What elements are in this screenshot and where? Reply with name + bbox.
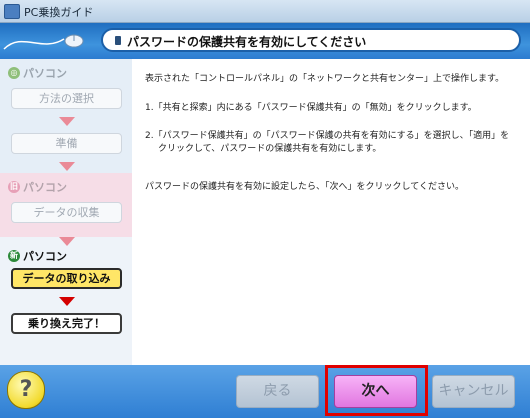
step-data-collection: データの収集 xyxy=(11,202,122,223)
mouse-cable-icon xyxy=(3,34,84,50)
instruction-step-2-continued: クリックして、パスワードの保護共有を有効にします。 xyxy=(158,144,382,154)
step-preparation: 準備 xyxy=(11,133,122,154)
sidebar-section-heading: 新 パソコン xyxy=(8,248,67,264)
sidebar-section-label: パソコン xyxy=(23,250,67,263)
step-sidebar: ◎ パソコン 方法の選択 準備 旧 パソコン データの収集 新 パソコン データ… xyxy=(0,59,132,365)
button-bar: ? 戻る 次へ キャンセル xyxy=(0,365,530,418)
sidebar-section-heading: ◎ パソコン xyxy=(8,65,67,81)
step-arrow-icon xyxy=(59,297,75,306)
new-pc-badge-icon: 新 xyxy=(8,250,20,262)
app-icon xyxy=(4,4,20,19)
window-title: PC乗換ガイド xyxy=(24,6,94,19)
step-migration-complete: 乗り換え完了！ xyxy=(11,313,122,334)
instruction-outro: パスワードの保護共有を有効に設定したら、「次へ」をクリックしてください。 xyxy=(145,182,464,192)
sidebar-section-label: パソコン xyxy=(23,67,67,80)
cancel-button[interactable]: キャンセル xyxy=(432,375,515,408)
sidebar-section-label: パソコン xyxy=(23,181,67,194)
instruction-panel: 表示された「コントロールパネル」の「ネットワークと共有センター」上で操作します。… xyxy=(132,59,530,365)
sidebar-section-new-pc: 新 パソコン データの取り込み 乗り換え完了！ xyxy=(0,237,132,365)
banner-text: パスワードの保護共有を有効にしてください xyxy=(127,35,367,49)
instruction-banner: パスワードの保護共有を有効にしてください xyxy=(101,28,521,52)
next-button-highlight xyxy=(325,365,428,416)
step-data-import: データの取り込み xyxy=(11,268,122,289)
back-button[interactable]: 戻る xyxy=(236,375,319,408)
instruction-intro: 表示された「コントロールパネル」の「ネットワークと共有センター」上で操作します。 xyxy=(145,74,505,84)
instruction-step-1: 1.「共有と探索」内にある「パスワード保護共有」の「無効」をクリックします。 xyxy=(145,103,477,113)
instruction-step-2: 2.「パスワード保護共有」の「パスワード保護の共有を有効にする」を選択し、「適用… xyxy=(145,131,510,141)
step-arrow-icon xyxy=(59,237,75,246)
sidebar-section-pc: ◎ パソコン 方法の選択 準備 xyxy=(0,59,132,173)
banner-bullet-icon xyxy=(115,36,121,45)
sidebar-section-heading: 旧 パソコン xyxy=(8,179,67,195)
old-pc-badge-icon: 旧 xyxy=(8,181,20,193)
help-button[interactable]: ? xyxy=(7,371,45,409)
step-method-selection: 方法の選択 xyxy=(11,88,122,109)
header-band: パスワードの保護共有を有効にしてください xyxy=(0,23,530,59)
sidebar-section-old-pc: 旧 パソコン データの収集 xyxy=(0,173,132,237)
window-title-bar: PC乗換ガイド xyxy=(0,0,530,23)
pc-badge-icon: ◎ xyxy=(8,67,20,79)
step-arrow-icon xyxy=(59,162,75,171)
step-arrow-icon xyxy=(59,117,75,126)
